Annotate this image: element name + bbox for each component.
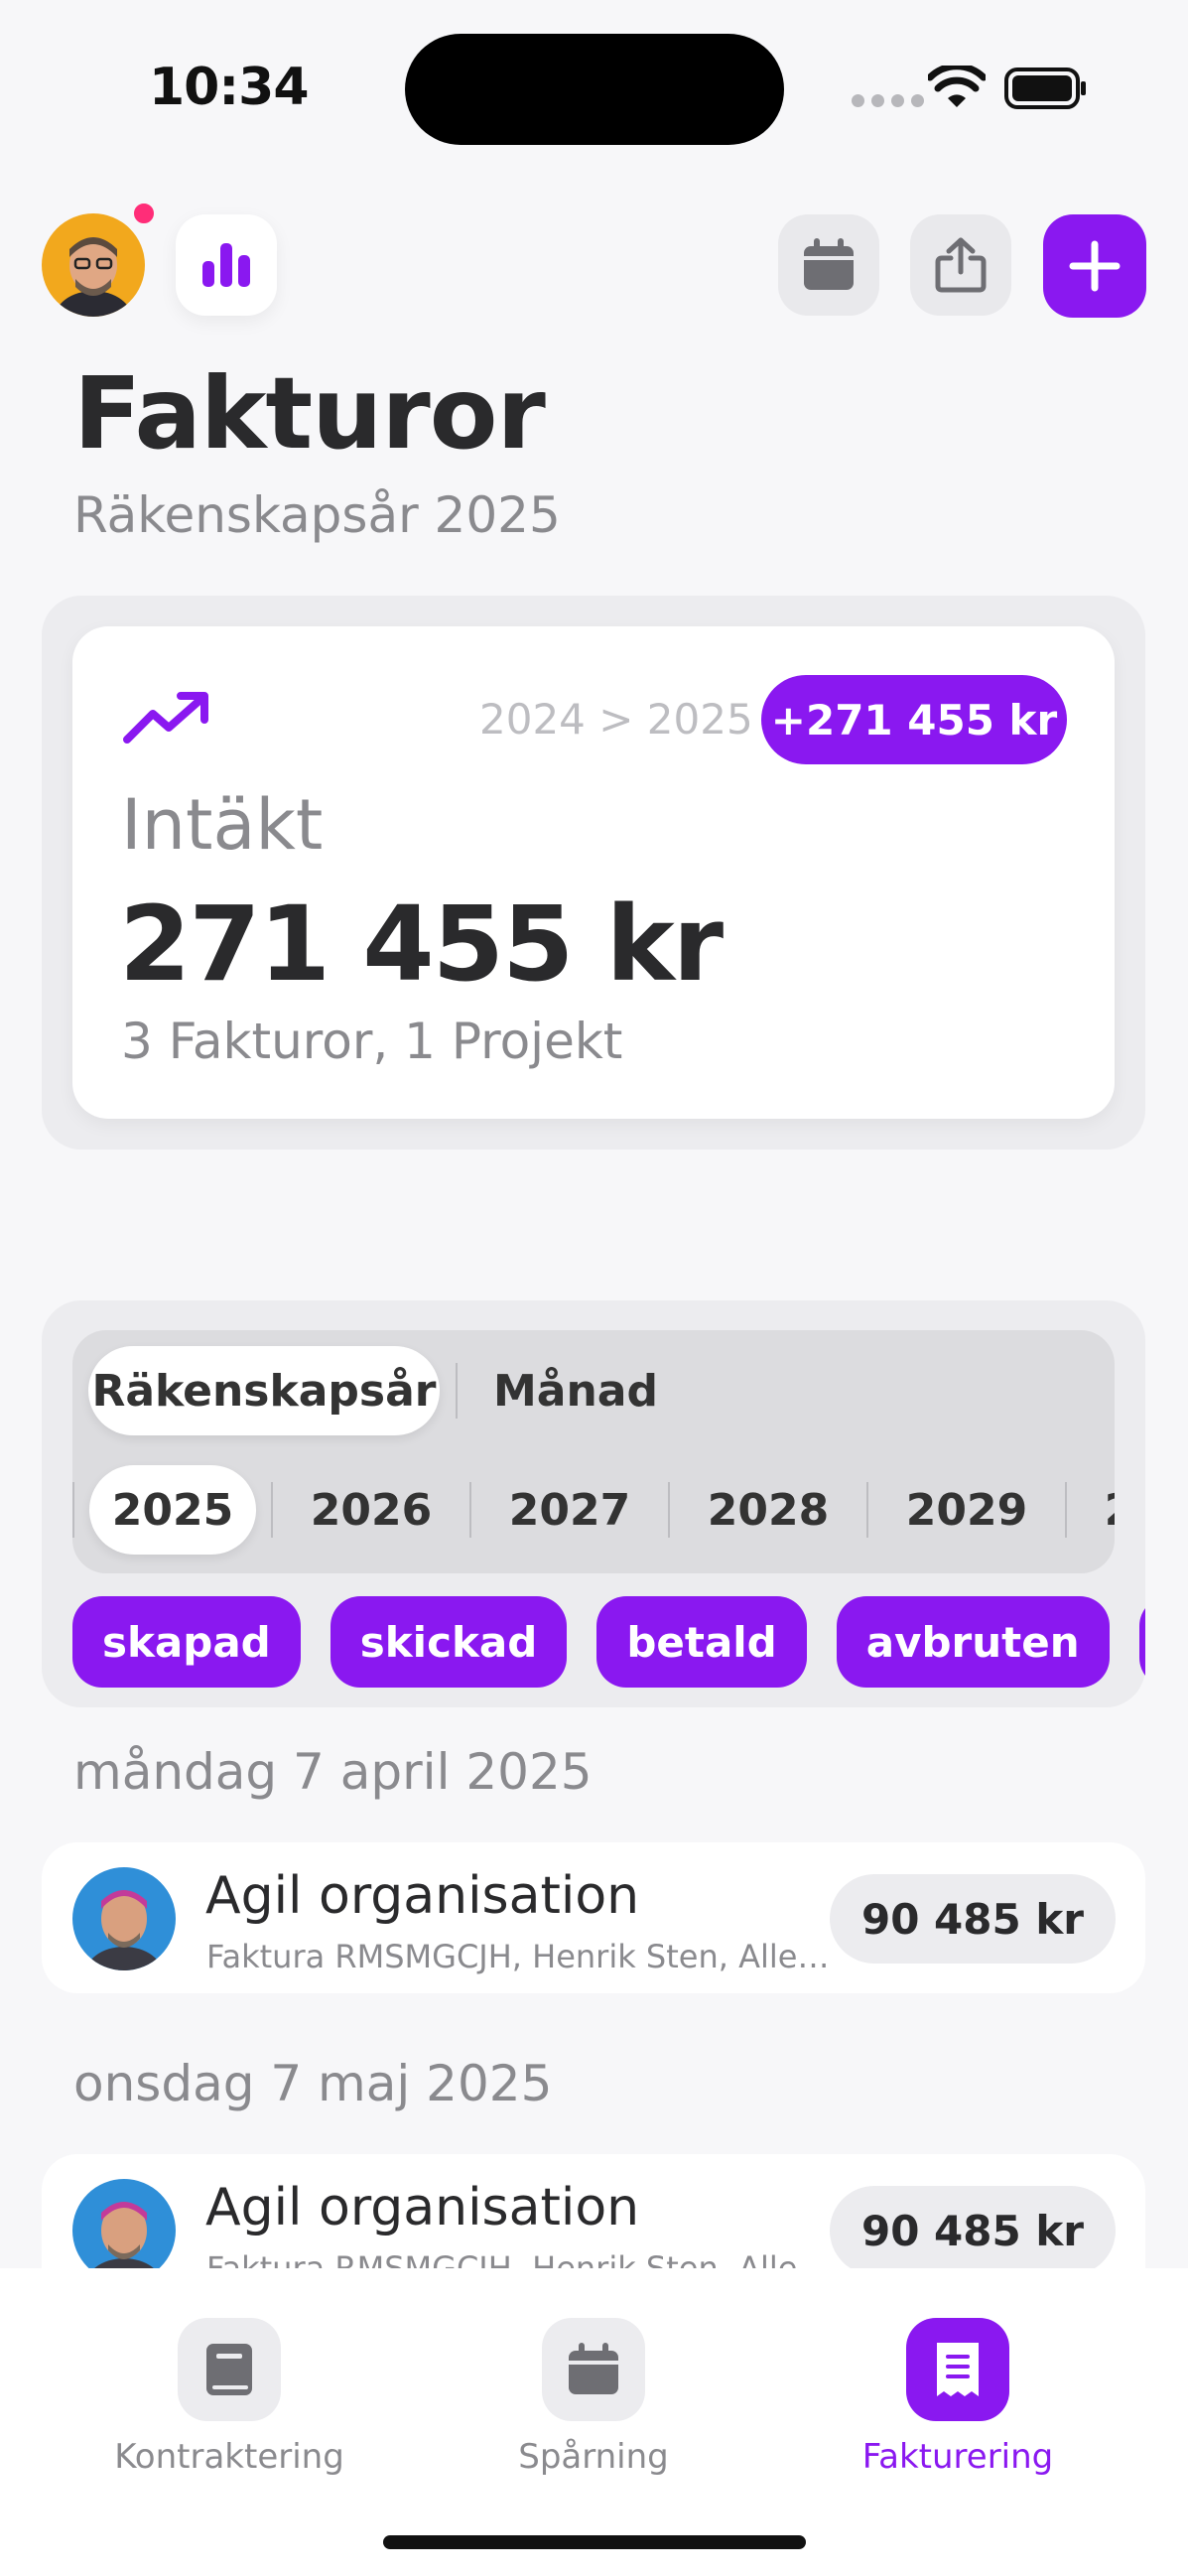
page-subtitle: Räkenskapsår 2025: [73, 486, 561, 544]
status-chip-created[interactable]: skapad: [72, 1596, 301, 1688]
invoice-subtitle: Faktura RMSMGCJH, Henrik Sten, Allegro A…: [206, 1938, 842, 1975]
invoice-amount: 90 485 kr: [829, 1874, 1116, 1964]
status-chip-paid[interactable]: betald: [596, 1596, 807, 1688]
home-indicator: [383, 2535, 806, 2549]
cellular-signal-icon: [852, 94, 924, 107]
battery-icon: [1004, 68, 1086, 109]
status-chip-sent[interactable]: skickad: [330, 1596, 568, 1688]
date-heading: onsdag 7 maj 2025: [73, 2055, 553, 2112]
receipt-icon: [906, 2318, 1009, 2421]
plus-icon: [1069, 240, 1121, 292]
client-avatar: [72, 1867, 176, 1970]
invoice-title: Agil organisation: [205, 2178, 640, 2237]
dynamic-island: [405, 34, 784, 145]
year-option[interactable]: 2029: [868, 1465, 1065, 1555]
year-option[interactable]: 2027: [471, 1465, 668, 1555]
invoice-amount: 90 485 kr: [829, 2186, 1116, 2275]
date-heading: måndag 7 april 2025: [73, 1743, 593, 1801]
status-filter-row: skapad skickad betald avbruten kreditera: [72, 1596, 1145, 1688]
calendar-button[interactable]: [778, 214, 879, 316]
year-segment: 2025 2026 2027 2028 2029 2030: [72, 1465, 1115, 1555]
profile-avatar[interactable]: [42, 213, 145, 317]
invoice-row[interactable]: Agil organisation Faktura RMSMGCJH, Henr…: [42, 1842, 1145, 1993]
year-option[interactable]: 2030: [1067, 1465, 1115, 1555]
page-title: Fakturor: [73, 355, 546, 472]
add-invoice-button[interactable]: [1043, 214, 1146, 318]
year-option[interactable]: 2025: [89, 1465, 256, 1555]
calendar-icon: [804, 238, 854, 290]
client-avatar: [72, 2179, 176, 2282]
status-filter-scroller[interactable]: skapad skickad betald avbruten kreditera: [42, 1588, 1145, 1697]
wifi-icon: [928, 66, 986, 107]
segment-divider: [72, 1482, 74, 1538]
invoice-title: Agil organisation: [205, 1866, 640, 1926]
client-avatar-image: [72, 1867, 176, 1970]
tab-label: Kontraktering: [114, 2437, 344, 2477]
book-icon: [178, 2318, 281, 2421]
year-comparison: 2024 > 2025: [479, 695, 753, 744]
notification-dot: [131, 201, 157, 226]
statistics-button[interactable]: [176, 214, 277, 316]
period-mode-segment: Räkenskapsår Månad: [88, 1346, 694, 1435]
bar-chart-icon: [202, 243, 250, 287]
difference-badge: +271 455 kr: [761, 675, 1067, 764]
year-option[interactable]: 2026: [273, 1465, 469, 1555]
income-meta: 3 Fakturor, 1 Projekt: [121, 1013, 623, 1070]
calendar-icon: [542, 2318, 645, 2421]
tab-label: Spårning: [518, 2437, 669, 2477]
status-time: 10:34: [149, 58, 310, 117]
year-option[interactable]: 2028: [670, 1465, 866, 1555]
tab-label: Fakturering: [861, 2437, 1054, 2477]
segment-month[interactable]: Månad: [458, 1346, 694, 1435]
segment-fiscal-year[interactable]: Räkenskapsår: [88, 1346, 440, 1435]
period-selector: Räkenskapsår Månad 2025 2026 2027 2028 2…: [72, 1330, 1115, 1573]
share-icon: [935, 237, 987, 293]
tab-contracting[interactable]: Kontraktering: [80, 2318, 378, 2477]
status-chip-credit[interactable]: kreditera: [1138, 1596, 1145, 1688]
income-label: Intäkt: [121, 784, 324, 866]
tab-bar: Kontraktering Spårning Fakturering: [0, 2268, 1188, 2576]
trending-up-icon: [123, 692, 208, 744]
export-button[interactable]: [910, 214, 1011, 316]
client-avatar-image: [72, 2179, 176, 2282]
income-amount: 271 455 kr: [119, 883, 724, 1005]
tab-tracking[interactable]: Spårning: [445, 2318, 742, 2477]
status-chip-cancelled[interactable]: avbruten: [836, 1596, 1110, 1688]
avatar-image: [42, 213, 145, 317]
tab-invoicing[interactable]: Fakturering: [809, 2318, 1107, 2477]
